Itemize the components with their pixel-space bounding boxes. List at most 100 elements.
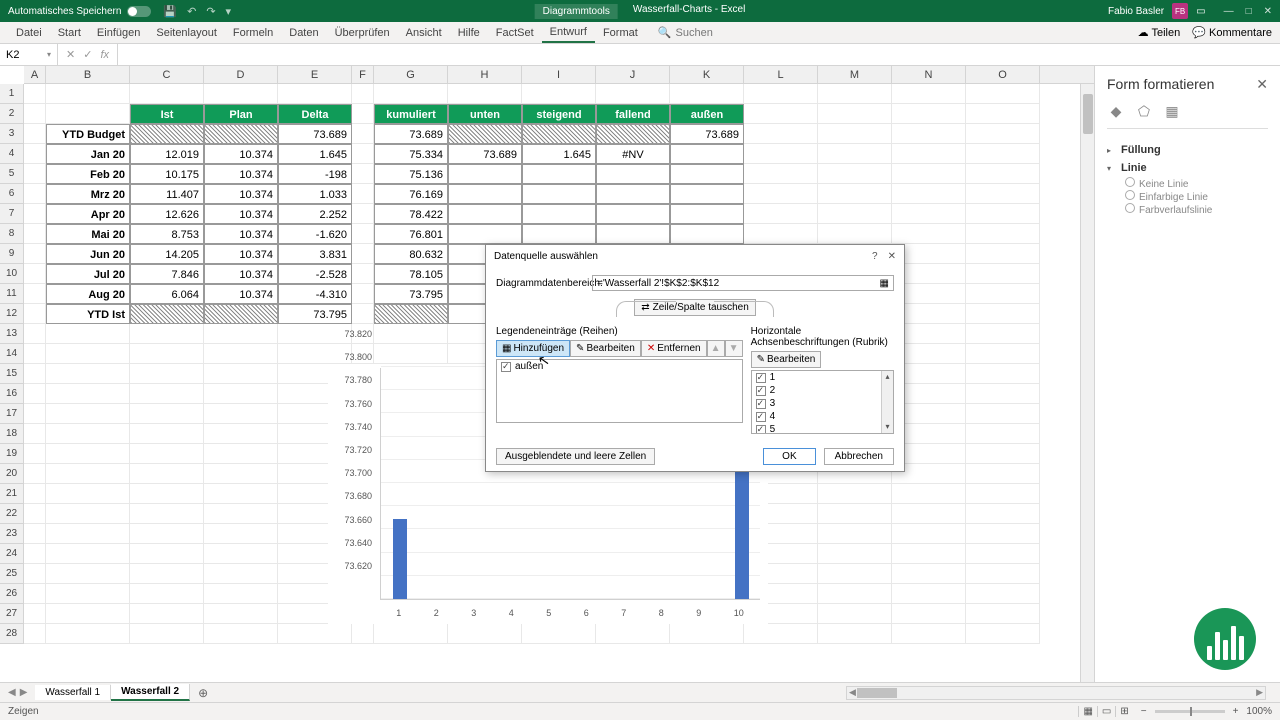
cell[interactable] <box>130 564 204 584</box>
row-header[interactable]: 7 <box>0 204 24 224</box>
col-header[interactable]: A <box>24 66 46 83</box>
tab-format[interactable]: Format <box>595 22 646 43</box>
cell[interactable] <box>892 524 966 544</box>
fill-section[interactable]: ▸Füllung <box>1107 141 1268 159</box>
cell[interactable] <box>204 304 278 324</box>
help-icon[interactable]: ? <box>872 251 878 262</box>
cell[interactable]: 12.626 <box>130 204 204 224</box>
cell[interactable]: Jul 20 <box>46 264 130 284</box>
tab-entwurf[interactable]: Entwurf <box>542 22 595 43</box>
cell[interactable] <box>130 304 204 324</box>
cell[interactable] <box>130 504 204 524</box>
cell[interactable] <box>374 344 448 364</box>
col-header[interactable]: F <box>352 66 374 83</box>
cell[interactable] <box>130 324 204 344</box>
cell[interactable]: Jan 20 <box>46 144 130 164</box>
cell[interactable] <box>24 184 46 204</box>
cell[interactable] <box>278 324 352 344</box>
col-header[interactable]: N <box>892 66 966 83</box>
cell[interactable] <box>24 384 46 404</box>
row-header[interactable]: 11 <box>0 284 24 304</box>
row-header[interactable]: 21 <box>0 484 24 504</box>
list-item[interactable]: außen <box>497 360 742 373</box>
cell[interactable] <box>522 224 596 244</box>
cell[interactable] <box>24 584 46 604</box>
page-layout-view-icon[interactable]: ▭ <box>1097 706 1115 717</box>
cell[interactable] <box>130 364 204 384</box>
cell[interactable]: Ist <box>130 104 204 124</box>
cancel-button[interactable]: Abbrechen <box>824 448 894 465</box>
cell[interactable] <box>46 364 130 384</box>
cell[interactable]: 76.801 <box>374 224 448 244</box>
cell[interactable]: 78.105 <box>374 264 448 284</box>
cell[interactable] <box>46 604 130 624</box>
cell[interactable]: -198 <box>278 164 352 184</box>
pane-close-icon[interactable]: ✕ <box>1256 76 1268 93</box>
cell[interactable] <box>892 124 966 144</box>
cell[interactable] <box>352 284 374 304</box>
cell[interactable] <box>744 104 818 124</box>
cell[interactable] <box>352 184 374 204</box>
cell[interactable] <box>818 84 892 104</box>
size-tab-icon[interactable]: ▦ <box>1163 102 1181 120</box>
cell[interactable]: 8.753 <box>130 224 204 244</box>
row-header[interactable]: 28 <box>0 624 24 644</box>
row-header[interactable]: 20 <box>0 464 24 484</box>
cell[interactable] <box>46 384 130 404</box>
cell[interactable] <box>130 424 204 444</box>
tab-seitenlayout[interactable]: Seitenlayout <box>148 22 225 43</box>
zoom-level[interactable]: 100% <box>1246 706 1272 717</box>
cell[interactable] <box>24 284 46 304</box>
cell[interactable]: YTD Ist <box>46 304 130 324</box>
cell[interactable] <box>46 584 130 604</box>
edit-series-button[interactable]: ✎ Bearbeiten <box>570 340 641 357</box>
cell[interactable] <box>596 204 670 224</box>
cell[interactable] <box>818 124 892 144</box>
cell[interactable] <box>892 84 966 104</box>
cell[interactable] <box>24 324 46 344</box>
cell[interactable] <box>818 484 892 504</box>
cell[interactable]: unten <box>448 104 522 124</box>
cell[interactable] <box>966 464 1040 484</box>
cell[interactable] <box>966 284 1040 304</box>
cell[interactable] <box>966 484 1040 504</box>
cell[interactable] <box>24 244 46 264</box>
cell[interactable] <box>24 104 46 124</box>
cell[interactable] <box>374 84 448 104</box>
cell[interactable] <box>24 364 46 384</box>
row-header[interactable]: 12 <box>0 304 24 324</box>
cell[interactable] <box>46 424 130 444</box>
fx-icon[interactable]: fx <box>100 49 109 61</box>
cell[interactable] <box>744 624 818 644</box>
line-option-gradient[interactable]: Farbverlaufslinie <box>1107 203 1268 216</box>
row-header[interactable]: 1 <box>0 84 24 104</box>
col-header[interactable]: J <box>596 66 670 83</box>
cell[interactable] <box>744 144 818 164</box>
col-header[interactable]: M <box>818 66 892 83</box>
cell[interactable] <box>352 204 374 224</box>
cell[interactable] <box>204 444 278 464</box>
minimize-icon[interactable]: — <box>1224 6 1234 17</box>
cell[interactable]: 73.689 <box>278 124 352 144</box>
cell[interactable]: -2.528 <box>278 264 352 284</box>
cell[interactable]: 1.033 <box>278 184 352 204</box>
cell[interactable] <box>744 124 818 144</box>
dialog-close-icon[interactable]: ✕ <box>888 251 896 262</box>
ok-button[interactable]: OK <box>763 448 815 465</box>
cell[interactable] <box>966 224 1040 244</box>
cell[interactable] <box>818 144 892 164</box>
tab-einfuegen[interactable]: Einfügen <box>89 22 148 43</box>
chart-tools-tab[interactable]: Diagrammtools <box>535 4 618 19</box>
cell[interactable] <box>892 604 966 624</box>
cell[interactable] <box>818 624 892 644</box>
cell[interactable] <box>596 164 670 184</box>
cell[interactable] <box>278 344 352 364</box>
row-header[interactable]: 16 <box>0 384 24 404</box>
cell[interactable] <box>818 204 892 224</box>
cell[interactable] <box>596 224 670 244</box>
checkbox-icon[interactable] <box>756 386 766 396</box>
cell[interactable] <box>522 164 596 184</box>
cell[interactable] <box>130 624 204 644</box>
save-icon[interactable]: 💾 <box>163 5 177 18</box>
list-scrollbar[interactable]: ▴▾ <box>881 371 893 433</box>
